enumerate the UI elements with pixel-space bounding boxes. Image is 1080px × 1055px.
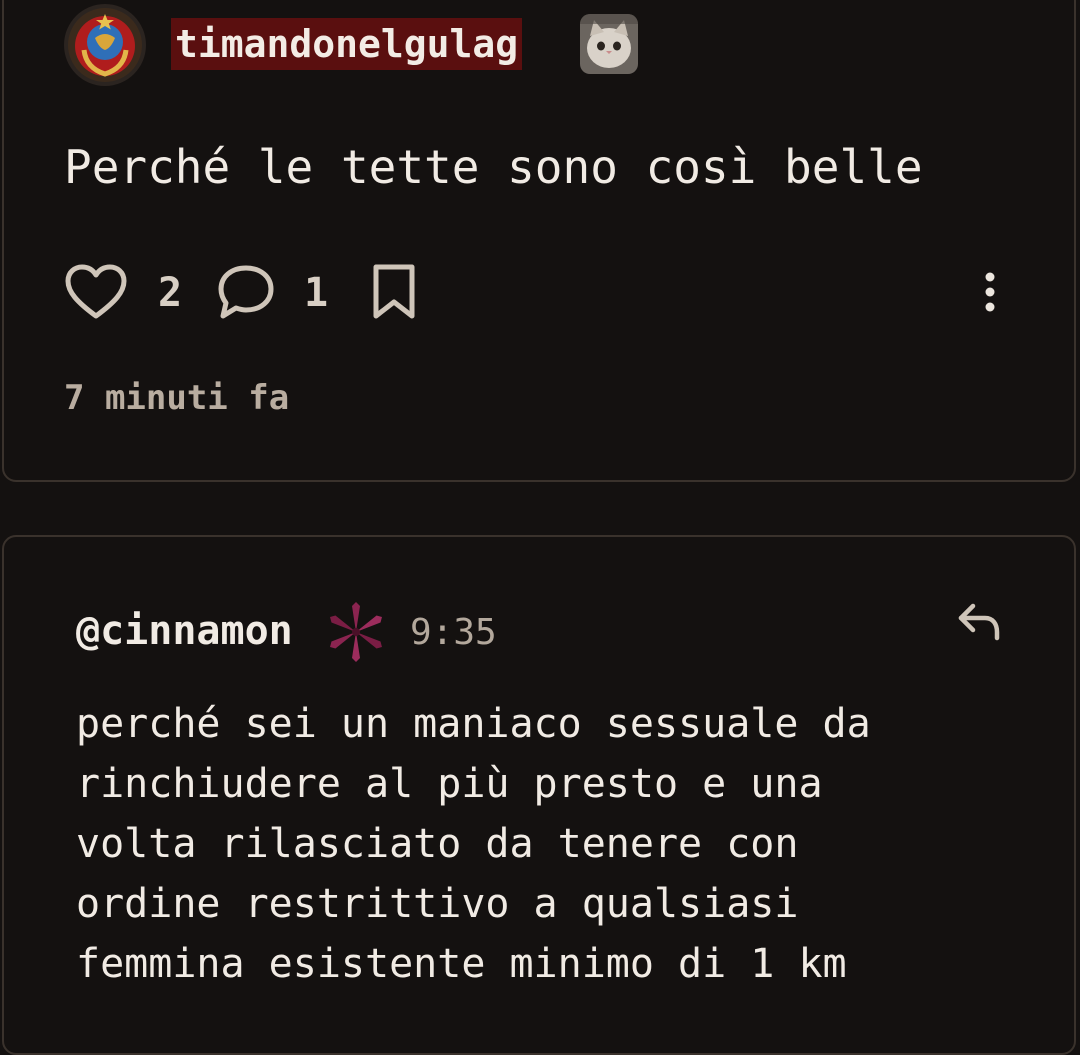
lily-flower-icon bbox=[326, 602, 386, 662]
cat-icon bbox=[580, 14, 638, 74]
user-avatar[interactable] bbox=[64, 4, 146, 86]
comment-count: 1 bbox=[304, 270, 329, 316]
post-actions: 2 1 bbox=[64, 262, 1024, 322]
user-badge-image bbox=[580, 14, 638, 74]
like-count: 2 bbox=[158, 270, 183, 316]
reply-button[interactable] bbox=[955, 600, 1003, 644]
comment-line: femmina esistente minimo di 1 km bbox=[76, 941, 847, 987]
comment-button[interactable] bbox=[216, 262, 276, 322]
save-button[interactable] bbox=[366, 262, 422, 322]
emblem-icon bbox=[68, 8, 142, 82]
post-username[interactable]: timandonelgulag bbox=[171, 18, 523, 70]
comment-body: perché sei un maniaco sessuale da rinchi… bbox=[76, 694, 1036, 994]
post-timestamp: 7 minuti fa bbox=[64, 378, 290, 418]
reply-arrow-icon bbox=[958, 603, 1000, 641]
bookmark-icon bbox=[373, 264, 415, 319]
heart-icon bbox=[65, 264, 127, 319]
comment-line: rinchiudere al più presto e una bbox=[76, 761, 823, 807]
speech-bubble-icon bbox=[218, 265, 274, 319]
like-button[interactable] bbox=[64, 262, 128, 322]
comment-line: volta rilasciato da tenere con bbox=[76, 821, 799, 867]
more-options-button[interactable] bbox=[970, 262, 1010, 322]
vertical-dots-icon bbox=[985, 272, 995, 312]
comment-author[interactable]: @cinnamon bbox=[76, 608, 293, 654]
post-text: Perché le tette sono così belle bbox=[64, 140, 923, 194]
comment-line: perché sei un maniaco sessuale da bbox=[76, 701, 871, 747]
comment-time: 9:35 bbox=[410, 612, 497, 653]
comment-line: ordine restrittivo a qualsiasi bbox=[76, 881, 799, 927]
